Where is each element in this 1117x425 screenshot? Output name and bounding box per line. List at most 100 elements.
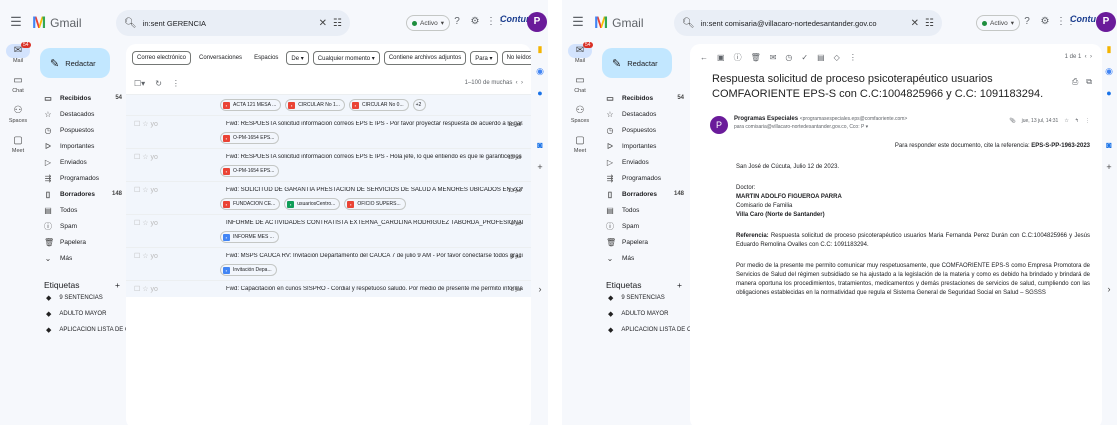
clear-search-icon[interactable]: ✕ bbox=[911, 18, 919, 29]
expand-panel-icon[interactable]: › bbox=[1102, 284, 1116, 306]
compose-button[interactable]: ✎ Redactar bbox=[40, 48, 110, 78]
gmail-logo[interactable]: M Gmail bbox=[32, 13, 82, 33]
sidebar-item-recibidos[interactable]: ▭ Recibidos 54 bbox=[598, 90, 688, 106]
rail-item-spaces[interactable]: ⚇ Spaces bbox=[0, 104, 36, 134]
row-checkbox[interactable]: ☐ ☆ yo bbox=[134, 120, 162, 128]
avatar[interactable]: P bbox=[527, 12, 547, 32]
gmail-logo[interactable]: M Gmail bbox=[594, 13, 644, 33]
label-icon[interactable]: ◇ bbox=[834, 53, 840, 62]
more-attachments-chip[interactable]: +2 bbox=[412, 99, 427, 111]
filter-chip[interactable]: De ▾ bbox=[286, 51, 309, 65]
add-addon-icon[interactable]: + bbox=[1102, 162, 1116, 184]
sidebar-item-programados[interactable]: ⇶ Programados bbox=[36, 170, 126, 186]
status-button[interactable]: Activo ▾ bbox=[976, 15, 1020, 31]
delete-icon[interactable]: 🗑︎ bbox=[751, 53, 761, 62]
sidebar-item-destacados[interactable]: ☆ Destacados bbox=[36, 106, 126, 122]
sidebar-item-todos[interactable]: ▤ Todos bbox=[36, 202, 126, 218]
label-item[interactable]: ◆ ADULTO MAYOR bbox=[598, 306, 688, 322]
move-icon[interactable]: ▤ bbox=[817, 53, 825, 62]
search-bar[interactable]: 🔍︎ in:sent comisaria@villacaro-nortedesa… bbox=[674, 10, 942, 36]
label-item[interactable]: ◆ 9 SENTENCIAS bbox=[36, 290, 126, 306]
back-icon[interactable]: ← bbox=[700, 53, 708, 62]
sidebar-item-borradores[interactable]: ▯ Borradores 148 bbox=[598, 186, 688, 202]
main-menu-icon[interactable]: ☰ bbox=[570, 14, 586, 30]
add-label-icon[interactable]: + bbox=[115, 280, 120, 290]
list-item[interactable]: ☐ ☆ yo Fwd: RESPUESTA solicitud informaci… bbox=[126, 115, 531, 148]
row-checkbox[interactable]: ☐ ☆ yo bbox=[134, 285, 162, 293]
add-task-icon[interactable]: ✓ bbox=[801, 53, 808, 62]
tasks-icon[interactable]: ◉ bbox=[1102, 66, 1116, 88]
sidebar-item-enviados[interactable]: ▷ Enviados bbox=[598, 154, 688, 170]
sidebar-item-mas[interactable]: ⌄ Más bbox=[598, 250, 688, 266]
avatar[interactable]: P bbox=[1096, 12, 1116, 32]
sidebar-item-todos[interactable]: ▤ Todos bbox=[598, 202, 688, 218]
sidebar-item-spam[interactable]: ⓘ Spam bbox=[36, 218, 126, 234]
filter-chip[interactable]: Contiene archivos adjuntos bbox=[383, 51, 467, 65]
filter-chip[interactable]: No leídos bbox=[501, 51, 531, 65]
star-icon[interactable]: ☆ bbox=[1064, 118, 1068, 124]
search-input[interactable]: in:sent GERENCIA bbox=[143, 19, 313, 28]
calendar-icon[interactable]: ◙ bbox=[533, 140, 547, 162]
search-input[interactable]: in:sent comisaria@villacaro-nortedesanta… bbox=[701, 19, 905, 28]
more-icon[interactable]: ⋮ bbox=[849, 53, 857, 62]
sidebar-item-mas[interactable]: ⌄ Más bbox=[36, 250, 126, 266]
filter-chip[interactable]: Conversaciones bbox=[195, 51, 246, 65]
attachment-chip[interactable]: ▪ FUNDACION CE... bbox=[220, 198, 281, 210]
select-all-checkbox[interactable]: ☐▾ bbox=[134, 79, 145, 88]
rail-item-chat[interactable]: ▭ Chat bbox=[0, 74, 36, 104]
rail-item-meet[interactable]: ▢ Meet bbox=[0, 134, 36, 164]
sidebar-item-recibidos[interactable]: ▭ Recibidos 54 bbox=[36, 90, 126, 106]
sidebar-item-papelera[interactable]: 🗑︎ Papelera bbox=[36, 234, 126, 250]
label-item[interactable]: ◆ APLICACION LISTA DE C... bbox=[36, 322, 134, 338]
open-new-window-icon[interactable]: ⧉ bbox=[1086, 74, 1092, 89]
row-checkbox[interactable]: ☐ ☆ yo bbox=[134, 219, 162, 227]
help-icon[interactable]: ? bbox=[1020, 16, 1034, 27]
rail-item-spaces[interactable]: ⚇ Spaces bbox=[562, 104, 598, 134]
more-icon[interactable]: ⋮ bbox=[172, 79, 180, 88]
add-addon-icon[interactable]: + bbox=[533, 162, 547, 184]
contacts-icon[interactable]: ● bbox=[1102, 88, 1116, 110]
clear-search-icon[interactable]: ✕ bbox=[319, 18, 327, 29]
rail-item-mail[interactable]: ✉ 54 Mail bbox=[0, 42, 36, 74]
expand-panel-icon[interactable]: › bbox=[533, 284, 547, 306]
list-item[interactable]: ▪ ACTA 121 MESA ... ▪ CIRCULAR No 1... ▪ CI… bbox=[126, 94, 531, 115]
search-options-icon[interactable]: ☷ bbox=[333, 18, 342, 29]
contacts-icon[interactable]: ● bbox=[533, 88, 547, 110]
rail-item-meet[interactable]: ▢ Meet bbox=[562, 134, 598, 164]
label-item[interactable]: ◆ APLICACION LISTA DE C... bbox=[598, 322, 696, 338]
sidebar-item-destacados[interactable]: ☆ Destacados bbox=[598, 106, 688, 122]
attachment-chip[interactable]: ▪ usuariosCentro... bbox=[284, 198, 341, 210]
sidebar-item-enviados[interactable]: ▷ Enviados bbox=[36, 154, 126, 170]
sidebar-item-papelera[interactable]: 🗑︎ Papelera bbox=[598, 234, 688, 250]
attachment-chip[interactable]: ▪ Invitación Depa... bbox=[220, 264, 277, 276]
attachment-chip[interactable]: ▪ CIRCULAR No 1... bbox=[285, 99, 345, 111]
list-item[interactable]: ☐ ☆ yo Fwd: Capacitación en cuños SISPRO … bbox=[126, 280, 531, 297]
keep-icon[interactable]: ▮ bbox=[533, 44, 547, 66]
add-label-icon[interactable]: + bbox=[677, 280, 682, 290]
settings-icon[interactable]: ⚙ bbox=[468, 16, 482, 27]
sidebar-item-spam[interactable]: ⓘ Spam bbox=[598, 218, 688, 234]
rail-item-mail[interactable]: ✉ 54 Mail bbox=[562, 42, 598, 74]
reply-icon[interactable]: ↰ bbox=[1075, 118, 1079, 124]
search-icon[interactable]: 🔍︎ bbox=[682, 18, 695, 29]
sidebar-item-pospuestos[interactable]: ◷ Pospuestos bbox=[598, 122, 688, 138]
list-item[interactable]: ☐ ☆ yo Fwd: RESPUESTA solicitud informaci… bbox=[126, 148, 531, 181]
filter-chip[interactable]: Cualquier momento ▾ bbox=[312, 51, 380, 65]
compose-button[interactable]: ✎ Redactar bbox=[602, 48, 672, 78]
filter-chip[interactable]: Para ▾ bbox=[470, 51, 498, 65]
archive-icon[interactable]: ▣ bbox=[717, 53, 725, 62]
refresh-icon[interactable]: ↻ bbox=[155, 79, 162, 88]
rail-item-chat[interactable]: ▭ Chat bbox=[562, 74, 598, 104]
recipients-line[interactable]: para comisaria@villacaro-nortedesantande… bbox=[734, 124, 907, 130]
apps-grid-icon[interactable]: ⋮⋮ bbox=[486, 16, 506, 27]
more-icon[interactable]: ⋮ bbox=[1085, 118, 1090, 124]
report-spam-icon[interactable]: ⓘ bbox=[734, 52, 742, 63]
mark-unread-icon[interactable]: ✉ bbox=[770, 53, 777, 62]
sidebar-item-importantes[interactable]: ᐅ Importantes bbox=[36, 138, 126, 154]
status-button[interactable]: Activo ▾ bbox=[406, 15, 450, 31]
sidebar-item-borradores[interactable]: ▯ Borradores 148 bbox=[36, 186, 126, 202]
snooze-icon[interactable]: ◷ bbox=[785, 53, 792, 62]
attachment-chip[interactable]: ▪ INFORME MES ... bbox=[220, 231, 279, 243]
settings-icon[interactable]: ⚙ bbox=[1038, 16, 1052, 27]
list-item[interactable]: ☐ ☆ yo Fwd: SOLICITUD DE GARANTIA PRESTAC… bbox=[126, 181, 531, 214]
